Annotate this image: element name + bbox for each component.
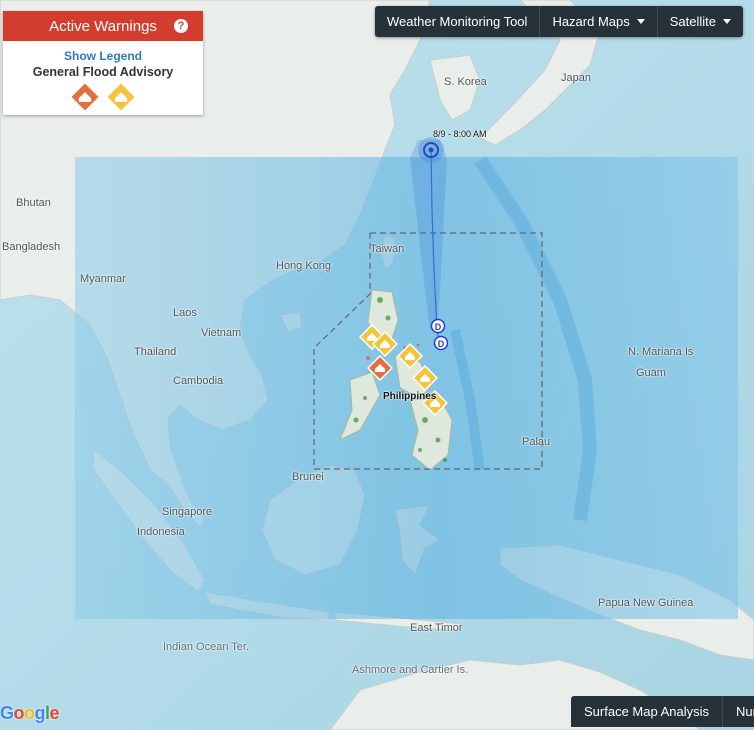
caret-down-icon [723, 19, 731, 24]
advisory-icons [3, 81, 203, 113]
place-label: Thailand [134, 346, 177, 358]
active-warnings-title: Active Warnings [49, 17, 157, 35]
bottombar-label: Num [736, 704, 754, 719]
bottombar-label: Surface Map Analysis [584, 704, 710, 719]
place-label: Laos [173, 307, 197, 319]
place-label: Ashmore and Cartier Is. [352, 664, 469, 676]
flood-marker[interactable] [372, 331, 398, 357]
storm-time-label: 8/9 - 8:00 AM [433, 129, 487, 139]
active-warnings-panel: Active Warnings ? Show Legend General Fl… [3, 11, 203, 115]
place-label: Vietnam [201, 327, 242, 339]
flood-marker-severe[interactable] [367, 355, 393, 381]
place-label: Bhutan [16, 197, 51, 209]
place-label: Philippines [383, 391, 437, 402]
place-label: East Timor [410, 622, 463, 634]
house-flood-icon [367, 355, 393, 381]
toolbar-label: Weather Monitoring Tool [387, 14, 528, 29]
flood-marker[interactable] [412, 365, 438, 391]
place-label: Indian Ocean Ter. [163, 641, 250, 653]
bottom-toolbar: Surface Map Analysis Num [571, 696, 754, 727]
place-label: Indonesia [137, 526, 185, 538]
place-label: Brunei [292, 471, 324, 483]
top-toolbar: Weather Monitoring Tool Hazard Maps Sate… [375, 6, 743, 37]
depression-markers[interactable]: D D [430, 318, 448, 358]
toolbar-label: Hazard Maps [552, 14, 630, 29]
place-label: Singapore [162, 506, 213, 518]
google-logo: Google [0, 703, 60, 723]
weather-monitoring-tool-button[interactable]: Weather Monitoring Tool [375, 6, 541, 37]
advisory-label: General Flood Advisory [32, 65, 174, 79]
place-label: Hong Kong [276, 260, 332, 272]
place-label: Cambodia [173, 375, 224, 387]
caret-down-icon [636, 19, 645, 24]
show-legend-link[interactable]: Show Legend [3, 49, 203, 63]
house-flood-icon [105, 81, 137, 113]
numerical-button[interactable]: Num [723, 696, 754, 727]
house-flood-icon [412, 365, 438, 391]
place-label: Taiwan [370, 243, 405, 255]
help-icon[interactable]: ? [174, 19, 188, 33]
house-flood-icon [69, 81, 101, 113]
depression-symbol-2: D [438, 339, 445, 349]
place-label: Japan [561, 72, 591, 84]
place-label: Papua New Guinea [598, 597, 694, 609]
place-label: Palau [522, 436, 551, 448]
place-label: Guam [636, 367, 666, 379]
depression-symbol-1: D [435, 322, 442, 332]
place-label: N. Mariana Is [628, 346, 694, 358]
satellite-dropdown[interactable]: Satellite [658, 6, 743, 37]
active-warnings-header[interactable]: Active Warnings ? [3, 11, 203, 41]
place-label: Bangladesh [2, 241, 61, 253]
place-label: S. Korea [444, 76, 487, 88]
hazard-maps-dropdown[interactable]: Hazard Maps [540, 6, 658, 37]
place-label: Myanmar [80, 273, 126, 285]
house-flood-icon [372, 331, 398, 357]
toolbar-label: Satellite [669, 14, 716, 29]
surface-map-analysis-button[interactable]: Surface Map Analysis [571, 696, 724, 727]
